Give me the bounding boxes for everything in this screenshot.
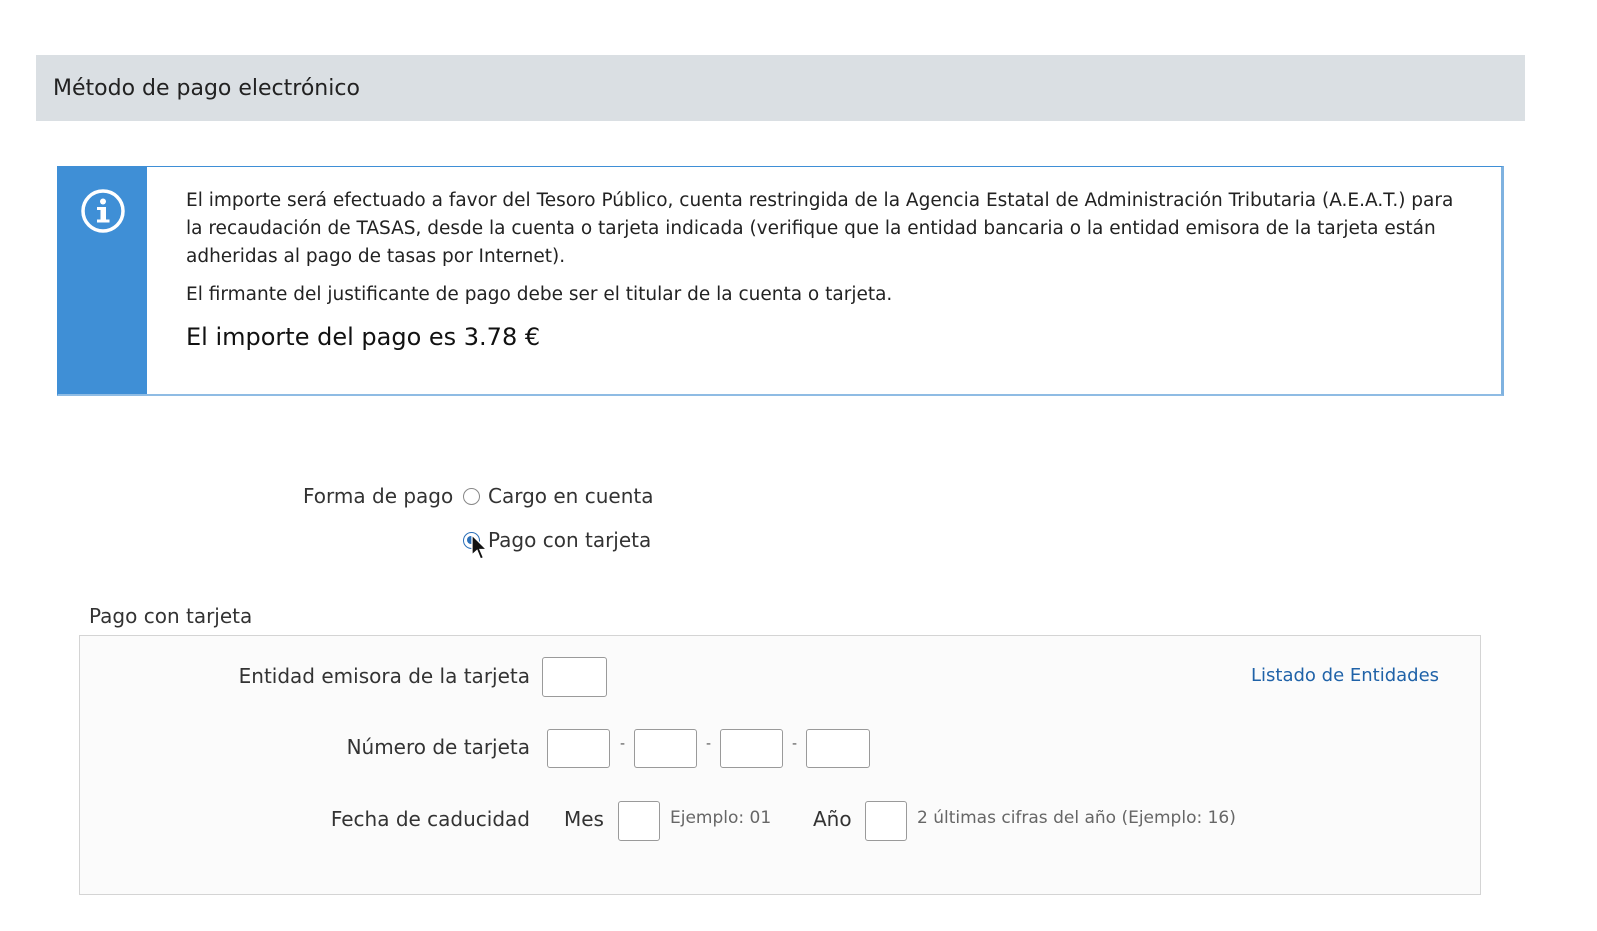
radio-account[interactable]	[463, 487, 480, 505]
entities-list-link[interactable]: Listado de Entidades	[1251, 665, 1439, 686]
issuer-label: Entidad emisora de la tarjeta	[238, 664, 530, 688]
radio-option-account[interactable]: Cargo en cuenta	[463, 484, 653, 508]
card-number-separator: -	[620, 736, 626, 752]
info-box: El importe será efectuado a favor del Te…	[57, 166, 1504, 396]
info-paragraph: El firmante del justificante de pago deb…	[186, 284, 893, 305]
card-fieldset: Entidad emisora de la tarjeta Listado de…	[79, 635, 1481, 895]
issuer-input[interactable]	[542, 657, 607, 697]
month-hint: Ejemplo: 01	[670, 808, 772, 828]
section-header: Método de pago electrónico	[36, 55, 1525, 121]
month-label: Mes	[564, 807, 604, 831]
radio-option-label: Cargo en cuenta	[488, 484, 654, 508]
expiry-label: Fecha de caducidad	[330, 807, 530, 831]
info-content: El importe será efectuado a favor del Te…	[147, 167, 1501, 394]
card-number-part-1[interactable]	[547, 729, 610, 768]
section-title: Método de pago electrónico	[53, 75, 360, 101]
expiry-month-input[interactable]	[618, 801, 660, 841]
card-number-part-3[interactable]	[720, 729, 783, 768]
card-number-label: Número de tarjeta	[346, 735, 530, 759]
payment-method-label: Forma de pago	[303, 484, 454, 508]
expiry-year-input[interactable]	[865, 801, 907, 841]
radio-option-card[interactable]: Pago con tarjeta	[463, 528, 651, 552]
card-number-part-2[interactable]	[634, 729, 697, 768]
mouse-cursor-icon	[471, 534, 488, 560]
info-icon	[81, 189, 125, 233]
info-sidebar	[58, 167, 147, 394]
radio-option-label: Pago con tarjeta	[488, 528, 652, 552]
card-number-separator: -	[792, 736, 798, 752]
card-number-separator: -	[706, 736, 712, 752]
year-hint: 2 últimas cifras del año (Ejemplo: 16)	[917, 808, 1236, 828]
info-paragraph: El importe será efectuado a favor del Te…	[186, 190, 1454, 267]
card-number-part-4[interactable]	[806, 729, 870, 768]
year-label: Año	[813, 807, 852, 831]
card-section-legend: Pago con tarjeta	[89, 604, 253, 628]
payment-amount: El importe del pago es 3.78 €	[186, 323, 541, 351]
